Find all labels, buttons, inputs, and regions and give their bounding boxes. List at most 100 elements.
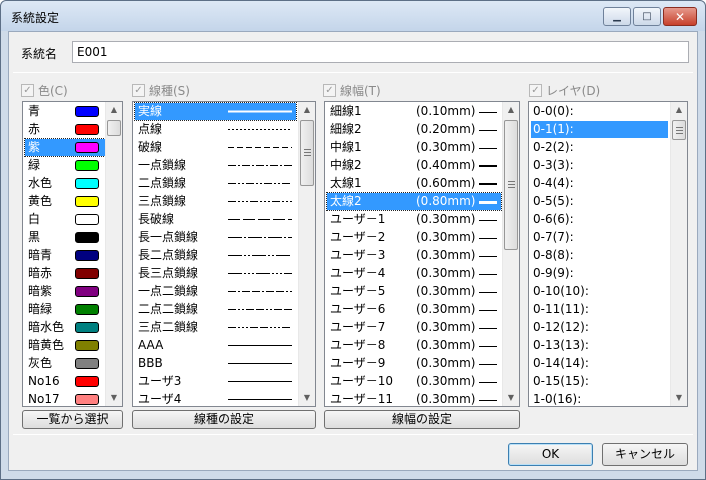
list-item[interactable]: 灰色	[25, 355, 105, 372]
list-item[interactable]: 中線1 (0.30mm)	[327, 139, 501, 156]
list-item[interactable]: 太線1 (0.60mm)	[327, 175, 501, 192]
scroll-thumb[interactable]	[300, 120, 314, 186]
scroll-down-icon[interactable]: ▼	[503, 390, 519, 406]
list-item[interactable]: 破線	[135, 139, 296, 156]
color-checkbox[interactable]: ✓	[21, 84, 34, 97]
linetype-list-scrollbar[interactable]: ▲ ▼	[298, 102, 315, 406]
scroll-thumb[interactable]	[504, 120, 518, 250]
list-item[interactable]: 0-9(9):	[531, 265, 668, 282]
linetype-group-header[interactable]: ✓ 線種(S)	[132, 82, 190, 99]
list-item[interactable]: 一点鎖線	[135, 157, 296, 174]
list-item[interactable]: 青	[25, 103, 105, 120]
scroll-down-icon[interactable]: ▼	[671, 390, 687, 406]
layer-checkbox[interactable]: ✓	[529, 84, 542, 97]
list-item[interactable]: 0-10(10):	[531, 283, 668, 300]
list-item[interactable]: 二点二鎖線	[135, 301, 296, 318]
list-item[interactable]: 緑	[25, 157, 105, 174]
list-item[interactable]: ユーザ－2 (0.30mm)	[327, 229, 501, 246]
list-item[interactable]: ユーザ－9 (0.30mm)	[327, 355, 501, 372]
list-item[interactable]: No16	[25, 373, 105, 390]
list-item[interactable]: 紫	[24, 138, 106, 157]
close-button[interactable]: ✕	[663, 7, 697, 26]
layer-group-header[interactable]: ✓ レイヤ(D)	[529, 82, 600, 99]
list-item[interactable]: 細線2 (0.20mm)	[327, 121, 501, 138]
list-item[interactable]: 暗青	[25, 247, 105, 264]
scroll-up-icon[interactable]: ▲	[503, 102, 519, 118]
title-bar[interactable]: 系統設定 ▁ □ ✕	[1, 1, 705, 31]
list-item[interactable]: 0-7(7):	[531, 229, 668, 246]
list-item[interactable]: 0-12(12):	[531, 319, 668, 336]
list-item[interactable]: 1-0(16):	[531, 391, 668, 406]
list-item[interactable]: 長三点鎖線	[135, 265, 296, 282]
list-item[interactable]: 0-15(15):	[531, 373, 668, 390]
scroll-thumb[interactable]	[672, 120, 686, 140]
list-item[interactable]: 0-5(5):	[531, 193, 668, 210]
list-item[interactable]: 一点二鎖線	[135, 283, 296, 300]
list-item[interactable]: No17	[25, 391, 105, 406]
list-item[interactable]: 0-2(2):	[531, 139, 668, 156]
layer-list-scrollbar[interactable]: ▲ ▼	[670, 102, 687, 406]
list-item[interactable]: ユーザ－1 (0.30mm)	[327, 211, 501, 228]
list-item[interactable]: 暗赤	[25, 265, 105, 282]
list-item[interactable]: 0-13(13):	[531, 337, 668, 354]
linewidth-list-scrollbar[interactable]: ▲ ▼	[502, 102, 519, 406]
list-item[interactable]: 0-8(8):	[531, 247, 668, 264]
list-item[interactable]: ユーザ－11 (0.30mm)	[327, 391, 501, 406]
list-item[interactable]: ユーザ－8 (0.30mm)	[327, 337, 501, 354]
list-item[interactable]: ユーザ4	[135, 391, 296, 406]
list-item[interactable]: 暗水色	[25, 319, 105, 336]
list-item[interactable]: 長一点鎖線	[135, 229, 296, 246]
list-item[interactable]: 0-1(1):	[531, 121, 668, 138]
list-item[interactable]: 暗紫	[25, 283, 105, 300]
list-item[interactable]: ユーザ－3 (0.30mm)	[327, 247, 501, 264]
list-item[interactable]: 三点二鎖線	[135, 319, 296, 336]
linewidth-list[interactable]: ユーザ－11 (0.30mm) ユーザ－10 (0.30mm) ユーザ－9 (0.30mm…	[324, 101, 520, 407]
scroll-up-icon[interactable]: ▲	[106, 102, 122, 118]
list-item[interactable]: ユーザ－10 (0.30mm)	[327, 373, 501, 390]
list-item[interactable]: 点線	[135, 121, 296, 138]
linetype-checkbox[interactable]: ✓	[132, 84, 145, 97]
list-item[interactable]: 赤	[25, 121, 105, 138]
list-item[interactable]: 0-0(0):	[531, 103, 668, 120]
linetype-settings-button[interactable]: 線種の設定	[132, 410, 316, 429]
list-item[interactable]: 太線2 (0.80mm)	[326, 192, 502, 211]
linetype-list[interactable]: ユーザ4 ユーザ3 BBB AAA 三点二鎖線 二点二鎖線 一点二鎖線 長三点鎖線 長二点鎖線 長…	[132, 101, 316, 407]
list-item[interactable]: 暗緑	[25, 301, 105, 318]
list-item[interactable]: 0-3(3):	[531, 157, 668, 174]
list-item[interactable]: ユーザ－6 (0.30mm)	[327, 301, 501, 318]
list-item[interactable]: 0-4(4):	[531, 175, 668, 192]
list-item[interactable]: 0-11(11):	[531, 301, 668, 318]
scroll-thumb[interactable]	[107, 120, 121, 136]
minimize-button[interactable]: ▁	[603, 7, 631, 26]
color-group-header[interactable]: ✓ 色(C)	[21, 82, 68, 99]
color-list-scrollbar[interactable]: ▲ ▼	[105, 102, 122, 406]
list-item[interactable]: 実線	[134, 102, 297, 121]
list-item[interactable]: ユーザ－7 (0.30mm)	[327, 319, 501, 336]
list-item[interactable]: 0-6(6):	[531, 211, 668, 228]
list-item[interactable]: 二点鎖線	[135, 175, 296, 192]
list-item[interactable]: ユーザ3	[135, 373, 296, 390]
list-item[interactable]: 黄色	[25, 193, 105, 210]
list-item[interactable]: 暗黄色	[25, 337, 105, 354]
cancel-button[interactable]: キャンセル	[602, 443, 688, 466]
list-item[interactable]: 水色	[25, 175, 105, 192]
select-from-list-button[interactable]: 一覧から選択	[22, 410, 123, 429]
color-list[interactable]: No17 No16 灰色 暗黄色 暗水色 暗緑 暗紫 暗赤 暗青 黒白 黄色 水色 緑紫赤青 ▲ ▼	[22, 101, 123, 407]
list-item[interactable]: ユーザ－5 (0.30mm)	[327, 283, 501, 300]
list-item[interactable]: 白	[25, 211, 105, 228]
system-name-input[interactable]	[72, 41, 689, 63]
maximize-button[interactable]: □	[633, 7, 661, 26]
list-item[interactable]: 中線2 (0.40mm)	[327, 157, 501, 174]
layer-list[interactable]: 1-5(21):1-4(20):1-3(19):1-2(18):1-1(17):…	[528, 101, 688, 407]
list-item[interactable]: ユーザ－4 (0.30mm)	[327, 265, 501, 282]
list-item[interactable]: BBB	[135, 355, 296, 372]
linewidth-group-header[interactable]: ✓ 線幅(T)	[323, 82, 381, 99]
linewidth-checkbox[interactable]: ✓	[323, 84, 336, 97]
scroll-down-icon[interactable]: ▼	[299, 390, 315, 406]
list-item[interactable]: AAA	[135, 337, 296, 354]
linewidth-settings-button[interactable]: 線幅の設定	[324, 410, 520, 429]
list-item[interactable]: 三点鎖線	[135, 193, 296, 210]
scroll-up-icon[interactable]: ▲	[299, 102, 315, 118]
scroll-down-icon[interactable]: ▼	[106, 390, 122, 406]
list-item[interactable]: 細線1 (0.10mm)	[327, 103, 501, 120]
